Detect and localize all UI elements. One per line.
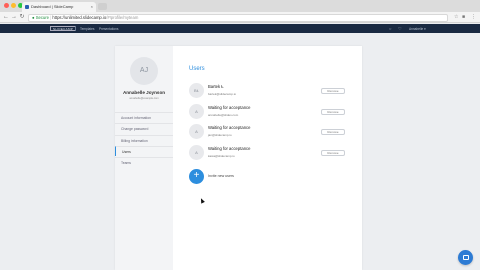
back-icon[interactable]: ← (2, 13, 10, 21)
profile-name: Annabelle Joynson (122, 90, 166, 95)
lock-icon: ● (32, 14, 35, 20)
browser-tab[interactable]: Dashboard | SlideCamp × (22, 2, 96, 12)
url-path: /#!profile/myteam (106, 14, 139, 20)
browser-toolbar: ← → ↻ ● Secure | https://unlimited.slide… (0, 12, 480, 23)
extension-icon[interactable]: ■ (462, 14, 465, 20)
user-email: kasia@slidecamp.io (208, 154, 235, 158)
remove-user-button[interactable]: Remove (321, 129, 345, 135)
user-email: annabelle@slides.com (208, 113, 239, 117)
sidebar-item-account-information[interactable]: Account information (115, 112, 173, 122)
page-title: Users (189, 66, 205, 72)
forward-icon[interactable]: → (10, 13, 18, 21)
user-avatar: A (189, 124, 204, 139)
user-name: Bartek Ł (208, 84, 224, 89)
user-avatar: A (189, 145, 204, 160)
user-row: A Waiting for acceptance kasia@slidecamp… (189, 145, 349, 163)
tab-title: Dashboard | SlideCamp (31, 4, 74, 9)
account-name: Annabelle (409, 26, 424, 31)
profile-email: annabelle@example.com (129, 97, 159, 100)
sidebar-item-billing-information[interactable]: Billing information (115, 135, 173, 145)
user-avatar: A (189, 104, 204, 119)
user-email: bartek@slidecamp.io (208, 92, 237, 96)
minimize-window-button[interactable] (11, 3, 16, 8)
nav-divider (75, 26, 76, 31)
user-row: A Waiting for acceptance jan@slidecamp.i… (189, 124, 349, 142)
invite-users-button[interactable]: + (189, 169, 204, 184)
users-panel: Users BŁ Bartek Ł bartek@slidecamp.io Re… (173, 46, 362, 270)
user-row: BŁ Bartek Ł bartek@slidecamp.io Remove (189, 83, 349, 101)
invite-users-label[interactable]: Invite new users (208, 174, 234, 178)
sidebar-item-change-password[interactable]: Change password (115, 123, 173, 133)
nav-link-templates[interactable]: Templates (80, 27, 95, 31)
avatar[interactable]: AJ (130, 57, 158, 85)
user-row: A Waiting for acceptance annabelle@slide… (189, 104, 349, 122)
app-navbar: SLIDECAMP Templates Presentations ○ ♡ An… (0, 24, 480, 33)
plus-icon: + (193, 170, 200, 181)
remove-user-button[interactable]: Remove (321, 109, 345, 115)
menu-icon[interactable]: ⋮ (471, 14, 476, 20)
chevron-down-icon: ▾ (424, 26, 426, 31)
account-menu[interactable]: Annabelle ▾ (409, 27, 426, 31)
help-icon[interactable]: ○ (389, 26, 391, 31)
chat-icon (462, 254, 469, 260)
tab-close-icon[interactable]: × (91, 2, 93, 12)
sidebar-item-users[interactable]: Users (115, 146, 173, 156)
address-bar[interactable]: ● Secure | https://unlimited.slidecamp.i… (28, 13, 448, 22)
reload-icon[interactable]: ↻ (18, 13, 26, 21)
sidebar-item-teams[interactable]: Teams (115, 157, 173, 167)
settings-sidebar: AJ Annabelle Joynson annabelle@example.c… (115, 46, 173, 270)
user-name: Waiting for acceptance (208, 146, 251, 151)
star-icon[interactable]: ☆ (454, 14, 458, 20)
user-avatar: BŁ (189, 83, 204, 98)
new-tab-button[interactable] (98, 3, 107, 10)
user-name: Waiting for acceptance (208, 105, 251, 110)
browser-tab-bar: Dashboard | SlideCamp × (0, 0, 480, 12)
remove-user-button[interactable]: Remove (321, 88, 345, 94)
heart-icon[interactable]: ♡ (398, 26, 402, 31)
remove-user-button[interactable]: Remove (321, 150, 345, 156)
settings-card: AJ Annabelle Joynson annabelle@example.c… (115, 46, 362, 270)
chat-launcher-button[interactable] (458, 250, 473, 265)
url-host: https://unlimited.slidecamp.io (52, 14, 107, 20)
user-name: Waiting for acceptance (208, 125, 251, 130)
favicon-icon (25, 5, 29, 9)
security-label: Secure (35, 14, 49, 20)
close-window-button[interactable] (4, 3, 9, 8)
nav-link-presentations[interactable]: Presentations (99, 27, 119, 31)
brand-logo[interactable]: SLIDECAMP (50, 26, 77, 31)
user-email: jan@slidecamp.io (208, 133, 232, 137)
